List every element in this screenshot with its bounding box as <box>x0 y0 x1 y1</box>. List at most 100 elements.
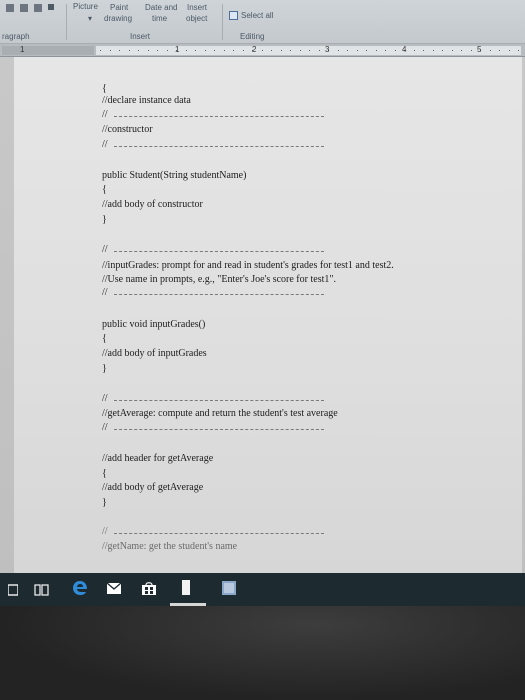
word-icon[interactable] <box>180 579 194 602</box>
ruler-tick <box>299 50 301 51</box>
ruler-tick <box>233 50 234 51</box>
ruler-tick <box>366 50 367 51</box>
ruler-tick <box>195 50 196 51</box>
taskbar <box>0 573 525 606</box>
bullet-list-icon[interactable] <box>6 4 14 12</box>
ruler-tick <box>318 50 320 51</box>
select-all-button[interactable]: Select all <box>241 11 273 20</box>
group-label-insert: Insert <box>130 32 151 41</box>
ruler-tick <box>442 50 443 51</box>
chevron-down-icon[interactable]: ▾ <box>88 14 92 23</box>
select-all-icon[interactable] <box>229 11 238 20</box>
ruler-mark: 1 <box>175 45 180 54</box>
ruler-tick <box>214 50 215 51</box>
store-icon[interactable] <box>141 581 157 601</box>
code-line: // <box>102 287 108 298</box>
code-line: // <box>102 393 108 404</box>
code-line: { <box>102 83 107 94</box>
date-and-label[interactable]: Date and <box>145 3 177 12</box>
code-line: //add body of constructor <box>102 199 203 210</box>
numbered-list-icon[interactable] <box>20 4 28 12</box>
ruler-tick <box>128 50 130 51</box>
insert-label[interactable]: Insert <box>187 3 207 12</box>
date-time-button[interactable]: time <box>152 14 167 23</box>
code-line: //getAverage: compute and return the stu… <box>102 408 338 419</box>
code-line: //add body of getAverage <box>102 482 204 493</box>
indent-icon[interactable] <box>34 4 42 12</box>
code-line: //add body of inputGrades <box>102 348 207 359</box>
ruler-tick <box>499 50 500 51</box>
ruler-tick <box>508 50 510 51</box>
ruler-tick <box>375 50 377 51</box>
code-line: // <box>102 109 108 120</box>
ruler-tick <box>461 50 462 51</box>
code-line: //add header for getAverage <box>102 453 214 464</box>
mail-icon[interactable] <box>106 582 122 600</box>
ruler-mark: 2 <box>252 45 257 54</box>
dashed-divider <box>114 400 324 401</box>
file-explorer-icon[interactable] <box>7 583 19 601</box>
code-line: } <box>102 497 107 508</box>
ruler-tick <box>157 50 158 51</box>
ruler-tick <box>347 50 348 51</box>
paragraph-arrow-icon[interactable] <box>48 4 54 10</box>
code-line: // <box>102 422 108 433</box>
ruler-tick <box>413 50 415 51</box>
task-view-icon[interactable] <box>34 583 50 601</box>
edge-icon[interactable] <box>72 580 88 601</box>
dashed-divider <box>114 146 324 147</box>
ruler-tick <box>337 50 339 51</box>
ruler-tick <box>356 50 358 51</box>
code-line: { <box>102 468 107 479</box>
ruler-tick <box>147 50 149 51</box>
screen: Picture Paint drawing ▾ Date and time In… <box>0 0 525 700</box>
ruler[interactable]: 1 1 2 3 4 5 <box>0 44 525 57</box>
ruler-mark: 4 <box>402 45 407 54</box>
ribbon-separator <box>66 4 67 40</box>
ruler-tick <box>261 50 263 51</box>
ruler-tick <box>242 50 244 51</box>
ruler-tick <box>470 50 472 51</box>
group-label-editing: Editing <box>240 32 265 41</box>
ruler-tick <box>138 50 139 51</box>
code-line: // <box>102 139 108 150</box>
ruler-tick <box>100 50 101 51</box>
ruler-tick <box>280 50 282 51</box>
ruler-tick <box>423 50 424 51</box>
code-line: { <box>102 184 107 195</box>
code-line: } <box>102 214 107 225</box>
ruler-tick <box>119 50 120 51</box>
code-line: public void inputGrades() <box>102 319 206 330</box>
ruler-tick <box>489 50 491 51</box>
code-line: // <box>102 244 108 255</box>
document-page[interactable]: { //declare instance data // //construct… <box>14 57 522 577</box>
ruler-margin <box>2 46 94 55</box>
ruler-mark: 5 <box>477 45 482 54</box>
ribbon: Picture Paint drawing ▾ Date and time In… <box>0 0 525 44</box>
code-line: // <box>102 526 108 537</box>
code-line: //Use name in prompts, e.g., "Enter's Jo… <box>102 274 336 285</box>
paint-label[interactable]: Paint <box>110 3 128 12</box>
code-line: } <box>102 363 107 374</box>
ruler-tick <box>290 50 291 51</box>
picture-button[interactable]: Picture <box>73 2 98 11</box>
ruler-tick <box>271 50 272 51</box>
ruler-tick <box>451 50 453 51</box>
app-icon[interactable] <box>221 580 237 601</box>
dashed-divider <box>114 251 324 252</box>
dashed-divider <box>114 294 324 295</box>
paint-drawing-button[interactable]: drawing <box>104 14 132 23</box>
code-line: //getName: get the student's name <box>102 541 238 552</box>
ruler-tick <box>204 50 206 51</box>
code-line: //inputGrades: prompt for and read in st… <box>102 260 394 271</box>
ruler-mark: 3 <box>325 45 330 54</box>
code-line: { <box>102 333 107 344</box>
ruler-tick <box>223 50 225 51</box>
ruler-tick <box>109 50 111 51</box>
monitor-bezel <box>0 606 525 700</box>
ribbon-separator <box>222 4 223 40</box>
insert-object-button[interactable]: object <box>186 14 207 23</box>
code-line: //declare instance data <box>102 95 191 106</box>
ruler-tick <box>166 50 168 51</box>
ruler-tick <box>309 50 310 51</box>
